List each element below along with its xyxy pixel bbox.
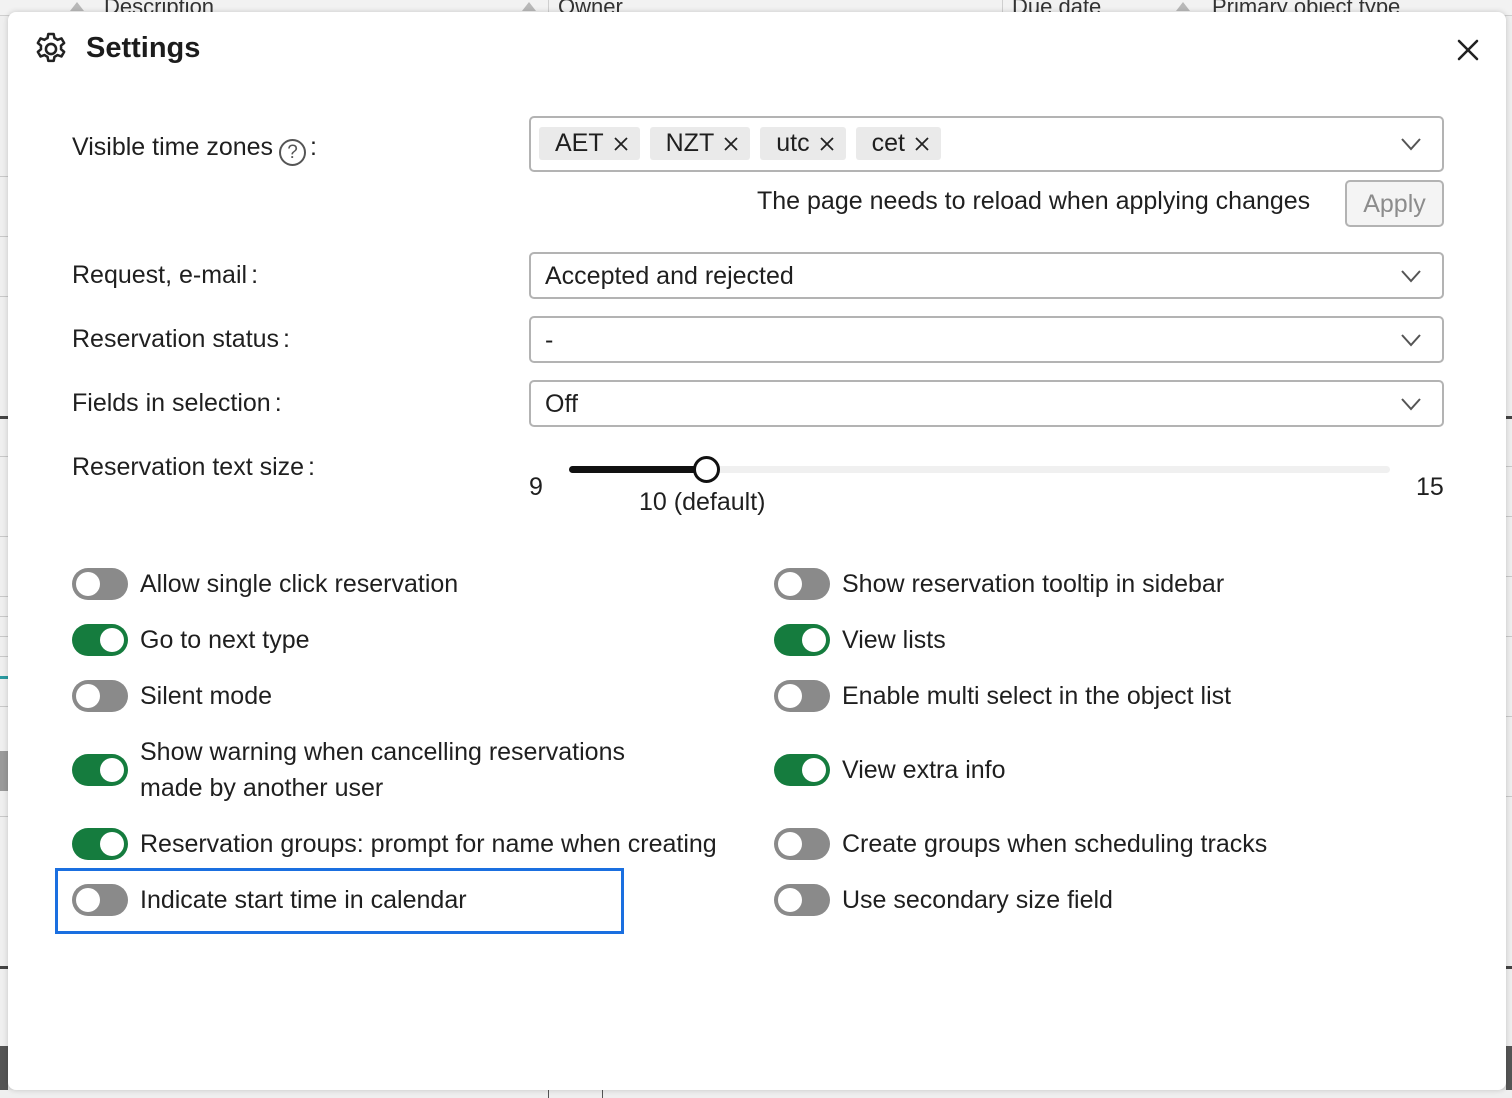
reload-note: The page needs to reload when applying c… [757,187,1311,215]
label-colon: : [283,325,290,353]
toggle-switch[interactable] [774,828,830,860]
toggle-label: Reservation groups: prompt for name when… [140,830,717,858]
toggle-allow-single-click[interactable]: Allow single click reservation [72,568,458,602]
remove-chip-icon[interactable] [722,135,740,153]
time-zone-chip: cet [855,127,941,160]
toggle-label: View extra info [842,756,1006,784]
time-zone-chip-label: NZT [665,129,715,157]
toggle-use-secondary-size[interactable]: Use secondary size field [774,884,1113,918]
toggle-switch[interactable] [72,680,128,712]
toggle-label: Allow single click reservation [140,570,459,598]
reservation-status-label: Reservation status: [72,323,290,355]
text-size-label-text: Reservation text size [72,453,305,481]
sort-arrow-icon [1176,2,1190,11]
toggle-reservation-groups-prompt[interactable]: Reservation groups: prompt for name when… [72,828,717,862]
toggle-switch[interactable] [774,754,830,786]
request-email-select[interactable]: Accepted and rejected [529,252,1444,299]
toggle-switch[interactable] [774,680,830,712]
toggle-label: Create groups when scheduling tracks [842,830,1268,858]
toggle-label: Show reservation tooltip in sidebar [842,570,1225,598]
time-zone-chip-label: utc [776,129,810,157]
sort-arrow-icon [522,2,536,11]
toggle-label: Silent mode [140,682,273,710]
request-email-label: Request, e-mail: [72,259,258,291]
slider-value-label: 10 (default) [639,488,766,516]
toggle-label: View lists [842,626,946,654]
text-size-slider[interactable] [569,456,1390,483]
toggle-switch[interactable] [72,568,128,600]
toggle-switch[interactable] [72,754,128,786]
toggle-label: Enable multi select in the object list [842,682,1232,710]
dialog-title: Settings [86,32,201,64]
time-zone-chips: AET NZT utc cet [539,127,941,160]
background-right-strip [1506,16,1512,1098]
focus-highlight [55,868,624,934]
slider-max-label: 15 [1416,473,1444,501]
remove-chip-icon[interactable] [818,135,836,153]
remove-chip-icon[interactable] [913,135,931,153]
toggle-label: Use secondary size field [842,886,1113,914]
slider-thumb[interactable] [693,456,720,483]
gear-icon [36,32,66,63]
request-email-label-text: Request, e-mail [72,261,248,289]
toggle-show-reservation-tooltip[interactable]: Show reservation tooltip in sidebar [774,568,1224,602]
chevron-down-icon [1401,334,1421,347]
slider-fill [569,466,706,473]
toggle-create-groups-tracks[interactable]: Create groups when scheduling tracks [774,828,1267,862]
toggle-switch[interactable] [72,624,128,656]
request-email-value: Accepted and rejected [545,262,794,290]
settings-dialog: Settings Visible time zones?: AET NZT ut… [8,12,1506,1090]
fields-in-selection-label: Fields in selection: [72,387,282,419]
reservation-status-label-text: Reservation status [72,325,280,353]
time-zone-chip: NZT [649,127,751,160]
toggle-switch[interactable] [774,568,830,600]
slider-min-label: 9 [529,473,543,501]
fields-in-selection-label-text: Fields in selection [72,389,271,417]
help-icon[interactable]: ? [279,139,307,166]
sort-arrow-icon [70,2,84,11]
close-icon[interactable] [1452,34,1484,66]
toggle-label: Show warning when cancelling reservation… [140,738,625,802]
time-zone-chip: AET [539,127,640,160]
reservation-status-value: - [545,326,554,354]
toggle-go-to-next-type[interactable]: Go to next type [72,624,310,658]
toggle-switch[interactable] [774,624,830,656]
toggle-label: Go to next type [140,626,310,654]
label-colon: : [310,133,317,161]
toggle-view-extra-info[interactable]: View extra info [774,754,1006,788]
toggle-switch[interactable] [774,884,830,916]
background-bottom-strip [0,1090,1512,1098]
toggle-silent-mode[interactable]: Silent mode [72,680,272,714]
text-size-label: Reservation text size: [72,451,315,483]
fields-in-selection-select[interactable]: Off [529,380,1444,427]
chevron-down-icon [1401,398,1421,411]
reservation-status-select[interactable]: - [529,316,1444,363]
chevron-down-icon [1401,138,1421,151]
label-colon: : [308,453,315,481]
time-zones-multiselect[interactable]: AET NZT utc cet [529,116,1444,172]
toggle-view-lists[interactable]: View lists [774,624,946,658]
time-zones-label: Visible time zones?: [72,131,317,166]
fields-in-selection-value: Off [545,390,578,418]
toggle-show-warning-cancelling[interactable]: Show warning when cancelling reservation… [72,736,672,806]
chevron-down-icon [1401,270,1421,283]
background-left-strip [0,16,8,1098]
toggle-enable-multi-select[interactable]: Enable multi select in the object list [774,680,1231,714]
time-zone-chip-label: AET [555,129,604,157]
time-zones-label-text: Visible time zones [72,133,274,161]
label-colon: : [274,389,282,417]
remove-chip-icon[interactable] [612,135,630,153]
time-zone-chip: utc [760,127,846,160]
time-zone-chip-label: cet [871,129,905,157]
apply-button[interactable]: Apply [1345,180,1444,227]
toggle-switch[interactable] [72,828,128,860]
label-colon: : [251,261,259,289]
